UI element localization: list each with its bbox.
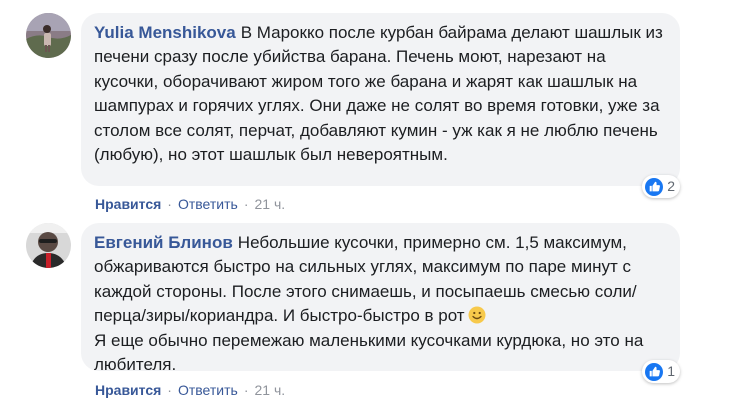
comment-text: В Марокко после курбан байрама делают ша… [94, 23, 668, 165]
reply-link[interactable]: Ответить [178, 382, 238, 398]
like-reaction-icon [645, 362, 664, 381]
reaction-count: 1 [667, 363, 675, 380]
comment-author[interactable]: Yulia Menshikova [94, 23, 236, 42]
like-link[interactable]: Нравится [95, 382, 161, 398]
separator-dot: · [167, 382, 172, 398]
comment-actions: Нравится · Ответить · 21 ч. [95, 196, 285, 212]
woman-photo-avatar-icon [26, 13, 71, 58]
man-photo-avatar-icon [26, 223, 71, 268]
comment-author[interactable]: Евгений Блинов [94, 233, 233, 252]
comment-timestamp[interactable]: 21 ч. [254, 382, 285, 398]
reply-link[interactable]: Ответить [178, 196, 238, 212]
comment-bubble: Yulia Menshikova В Марокко после курбан б… [81, 13, 680, 198]
like-link[interactable]: Нравится [95, 196, 161, 212]
comment-actions: Нравится · Ответить · 21 ч. [95, 382, 285, 398]
comment-timestamp[interactable]: 21 ч. [254, 196, 285, 212]
avatar[interactable] [26, 223, 71, 268]
reactions-summary[interactable]: 1 [642, 360, 680, 383]
separator-dot: · [243, 196, 249, 212]
separator-dot: · [243, 382, 249, 398]
comment-bubble: Евгений Блинов Небольшие кусочки, примерн… [81, 223, 680, 383]
comment-text-continued: Я еще обычно перемежаю маленькими кусочк… [94, 330, 649, 375]
reaction-count: 2 [667, 178, 675, 195]
smiley-icon [468, 306, 486, 324]
reactions-summary[interactable]: 2 [642, 175, 680, 198]
avatar[interactable] [26, 13, 71, 58]
like-reaction-icon [645, 177, 664, 196]
separator-dot: · [167, 196, 172, 212]
